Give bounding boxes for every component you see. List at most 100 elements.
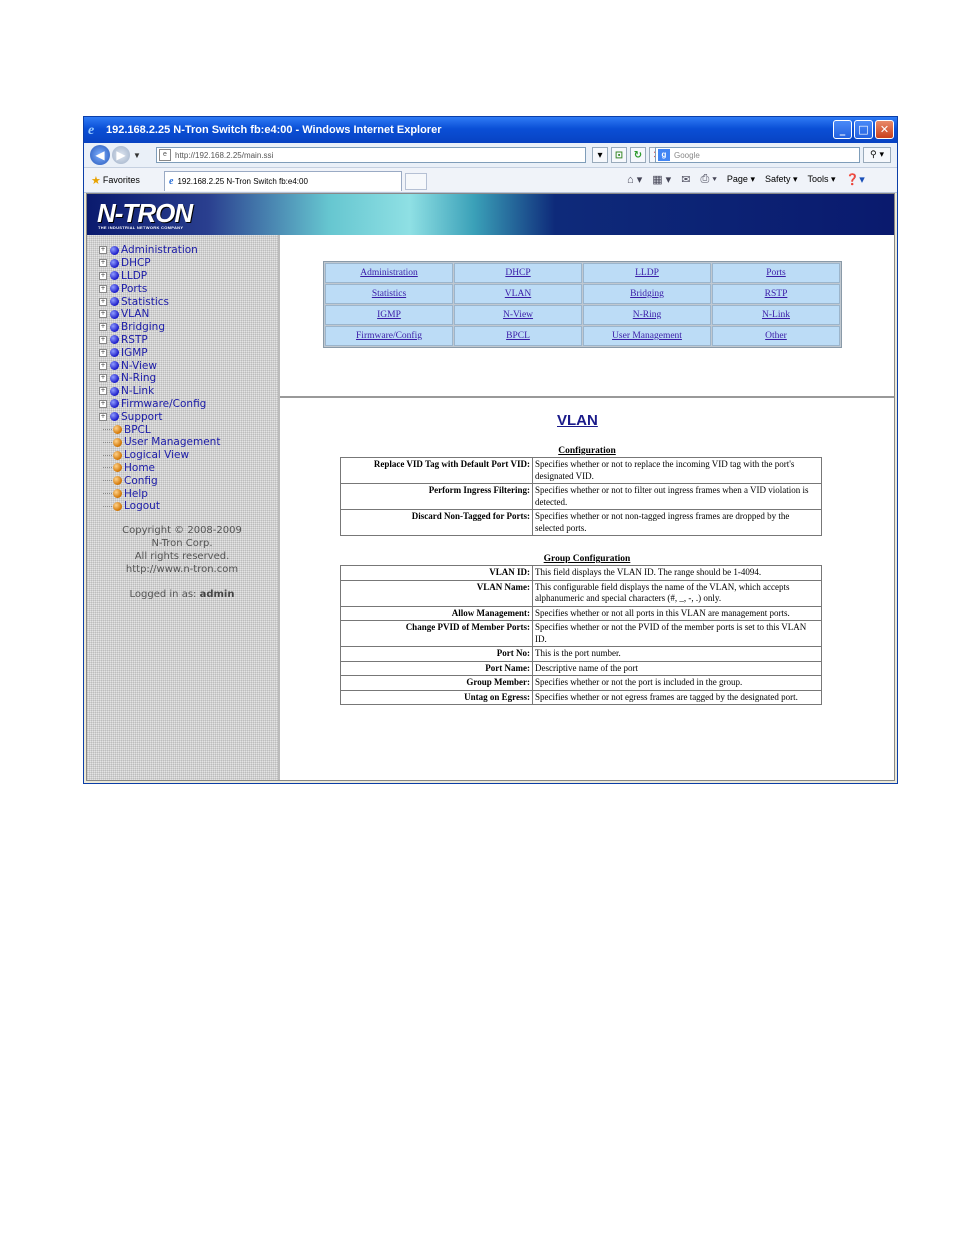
back-button[interactable]: ◀ [90,145,110,165]
expand-plus-icon[interactable]: + [99,310,107,319]
sidebar-item-lldp[interactable]: + LLDP [99,270,220,283]
sidebar-item-n-view[interactable]: + N-View [99,359,220,372]
blue-ball-icon [110,348,119,358]
command-bar: ⌂ ▾ ▦ ▾ ✉ ⎙ ▾ Page ▾ Safety ▾ Tools ▾ ❓▾ [627,173,865,186]
menu-link-dhcp[interactable]: DHCP [505,268,530,278]
menu-link-statistics[interactable]: Statistics [372,289,406,299]
menu-link-firmware-config[interactable]: Firmware/Config [356,331,422,341]
menu-link-ports[interactable]: Ports [766,268,786,278]
table-row: Allow Management: Specifies whether or no… [340,605,822,621]
sidebar-item-vlan[interactable]: + VLAN [99,308,220,321]
address-url: http://192.168.2.25/main.ssi [175,150,274,160]
sidebar-item-label: Administration [121,244,198,257]
menu-link-lldp[interactable]: LLDP [635,268,659,278]
magnifier-icon: ⚲ ▾ [870,150,884,160]
search-placeholder: Google [674,150,700,160]
sidebar-item-administration[interactable]: + Administration [99,244,220,257]
sidebar-item-n-link[interactable]: + N-Link [99,385,220,398]
page-menu[interactable]: Page ▾ [727,174,755,185]
expand-plus-icon[interactable]: + [99,297,107,306]
sidebar-item-logout[interactable]: Logout [99,500,220,513]
expand-plus-icon[interactable]: + [99,374,107,383]
sidebar-item-help[interactable]: Help [99,487,220,500]
expand-plus-icon[interactable]: + [99,412,107,421]
expand-plus-icon[interactable]: + [99,271,107,280]
refresh-button[interactable]: ↻ [630,147,646,163]
table-row: Discard Non-Tagged for Ports: Specifies w… [340,509,822,536]
minimize-button[interactable]: _ [833,120,852,139]
menu-link-rstp[interactable]: RSTP [765,289,788,299]
address-input[interactable]: e http://192.168.2.25/main.ssi [156,147,586,163]
maximize-button[interactable]: □ [854,120,873,139]
company-website-link[interactable]: http://www.n-tron.com [87,563,277,576]
expand-plus-icon[interactable]: + [99,259,107,268]
help-title: VLAN [557,412,598,429]
sidebar-item-statistics[interactable]: + Statistics [99,295,220,308]
sidebar-item-logical-view[interactable]: Logical View [99,449,220,462]
sidebar-item-home[interactable]: Home [99,462,220,475]
sidebar-item-ports[interactable]: + Ports [99,282,220,295]
blue-ball-icon [110,335,119,345]
blue-ball-icon [110,309,119,319]
sidebar-item-label: User Management [124,436,221,449]
menu-link-user-management[interactable]: User Management [612,331,682,341]
help-icon[interactable]: ❓▾ [846,173,865,186]
expand-plus-icon[interactable]: + [99,284,107,293]
safety-menu[interactable]: Safety ▾ [765,174,798,185]
sidebar-item-firmware-config[interactable]: + Firmware/Config [99,398,220,411]
history-dropdown-icon[interactable]: ▼ [133,151,141,160]
menu-link-administration[interactable]: Administration [360,268,418,278]
menu-cell: Firmware/Config [325,326,453,346]
menu-link-other[interactable]: Other [765,331,787,341]
menu-link-igmp[interactable]: IGMP [377,310,401,320]
forward-button[interactable]: ▶ [112,146,130,164]
field-description: Specifies whether or not the PVID of the… [532,620,822,647]
menu-link-bridging[interactable]: Bridging [630,289,664,299]
sidebar-item-dhcp[interactable]: + DHCP [99,257,220,270]
expand-plus-icon[interactable]: + [99,335,107,344]
favorites-button[interactable]: Favorites [103,175,140,185]
browser-tab[interactable]: e 192.168.2.25 N-Tron Switch fb:e4:00 [164,171,402,191]
tree-line [103,441,112,443]
favorites-star-icon[interactable]: ★ [91,174,101,187]
menu-grid: Administration DHCP LLDP Ports Statistics VLA… [323,261,842,348]
orange-ball-icon [113,437,122,447]
close-button[interactable]: ✕ [875,120,894,139]
sidebar-item-user-management[interactable]: User Management [99,436,220,449]
field-name: Replace VID Tag with Default Port VID: [340,457,533,484]
expand-plus-icon[interactable]: + [99,387,107,396]
home-icon[interactable]: ⌂ ▾ [627,173,642,186]
compatibility-view-button[interactable]: ⊡ [611,147,627,163]
tools-menu[interactable]: Tools ▾ [808,174,836,185]
search-button[interactable]: ⚲ ▾ [863,147,891,163]
logged-in-label: Logged in as: [129,589,197,600]
sidebar-item-config[interactable]: Config [99,474,220,487]
expand-plus-icon[interactable]: + [99,399,107,408]
sidebar-item-bpcl[interactable]: BPCL [99,423,220,436]
mail-icon[interactable]: ✉ [681,173,690,186]
expand-plus-icon[interactable]: + [99,361,107,370]
search-input[interactable]: g Google [655,147,860,163]
address-dropdown-button[interactable]: ▾ [592,147,608,163]
sidebar-item-support[interactable]: + Support [99,410,220,423]
menu-link-n-view[interactable]: N-View [503,310,533,320]
menu-link-vlan[interactable]: VLAN [505,289,531,299]
new-tab-button[interactable] [405,173,427,190]
blue-ball-icon [110,373,119,383]
sidebar-item-n-ring[interactable]: + N-Ring [99,372,220,385]
menu-cell: N-Link [712,305,840,325]
menu-link-n-ring[interactable]: N-Ring [633,310,662,320]
menu-link-bpcl[interactable]: BPCL [506,331,530,341]
page-icon: e [159,149,171,161]
feeds-icon[interactable]: ▦ ▾ [652,173,671,186]
expand-plus-icon[interactable]: + [99,323,107,332]
print-icon[interactable]: ⎙ ▾ [700,173,716,186]
expand-plus-icon[interactable]: + [99,348,107,357]
sidebar-item-bridging[interactable]: + Bridging [99,321,220,334]
sidebar-item-igmp[interactable]: + IGMP [99,346,220,359]
menu-link-n-link[interactable]: N-Link [762,310,790,320]
menu-cell: Ports [712,263,840,283]
expand-plus-icon[interactable]: + [99,246,107,255]
forward-arrow-icon: ▶ [116,148,126,162]
sidebar-item-rstp[interactable]: + RSTP [99,334,220,347]
